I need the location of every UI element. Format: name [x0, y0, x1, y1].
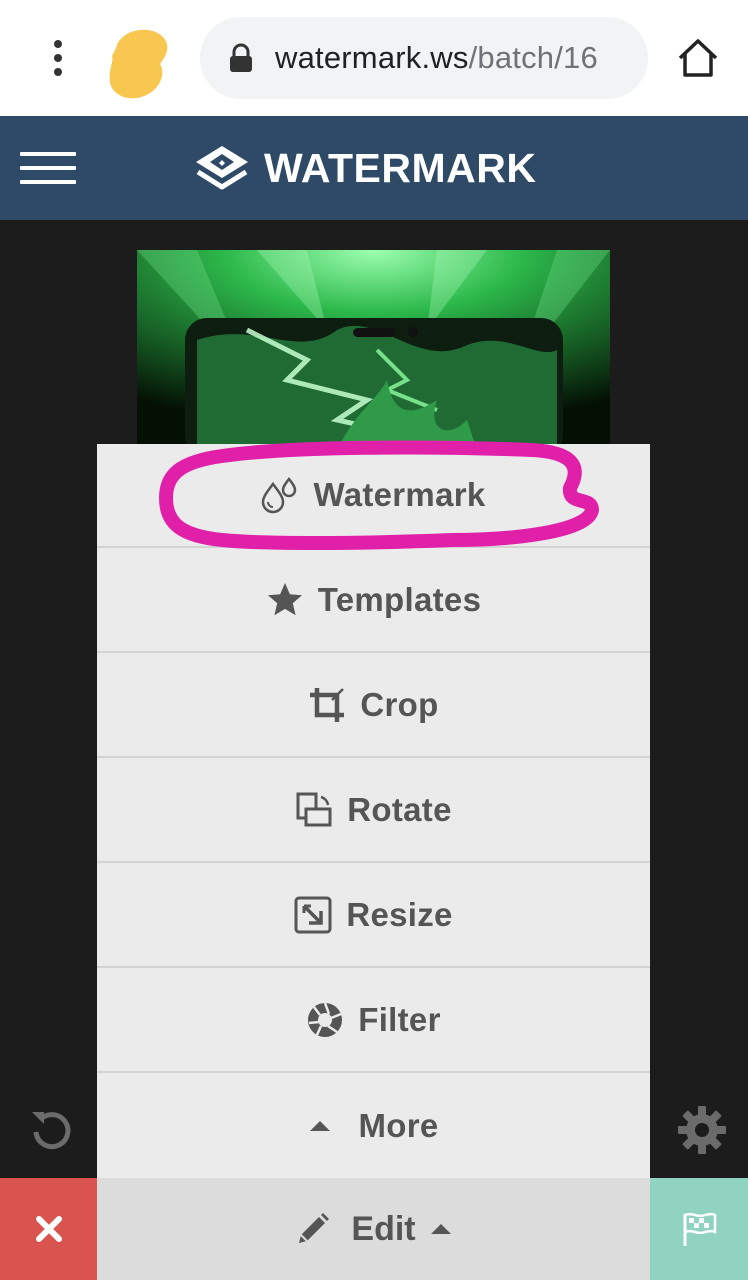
- url-path: /batch/16: [468, 40, 598, 75]
- menu-item-label: More: [358, 1107, 439, 1144]
- close-button[interactable]: [0, 1178, 97, 1280]
- menu-item-label: Templates: [317, 581, 482, 618]
- url-text: watermark.ws/batch/16: [275, 40, 598, 76]
- pencil-icon: [299, 1213, 330, 1243]
- menu-item-watermark[interactable]: Watermark: [97, 444, 650, 548]
- caret-up-icon: [430, 1224, 451, 1234]
- menu-item-label: Crop: [360, 686, 439, 723]
- droplets-icon: [262, 476, 297, 514]
- hamburger-icon[interactable]: [20, 152, 76, 184]
- edit-menu: Watermark Templates Crop Rotate Resize F…: [97, 444, 650, 1179]
- edit-label: Edit: [351, 1209, 416, 1248]
- menu-item-rotate[interactable]: Rotate: [97, 759, 650, 863]
- home-icon[interactable]: [676, 36, 720, 80]
- rotate-icon: [296, 792, 332, 827]
- image-preview[interactable]: [137, 250, 610, 450]
- menu-item-more[interactable]: More: [97, 1074, 650, 1178]
- page: watermark.ws/batch/16 WATERMARK Watermar…: [0, 0, 748, 1280]
- redacted-avatar: [109, 29, 168, 99]
- preview-image: [137, 250, 610, 450]
- menu-item-label: Filter: [358, 1001, 441, 1038]
- undo-icon[interactable]: [28, 1106, 76, 1154]
- aperture-icon: [308, 1002, 343, 1037]
- menu-item-crop[interactable]: Crop: [97, 654, 650, 758]
- menu-item-label: Rotate: [347, 791, 452, 828]
- lock-icon: [230, 43, 252, 72]
- address-bar[interactable]: watermark.ws/batch/16: [200, 17, 648, 99]
- brand[interactable]: WATERMARK: [194, 142, 536, 194]
- resize-icon: [294, 896, 332, 934]
- flag-icon: [683, 1212, 717, 1246]
- star-icon: [267, 583, 302, 616]
- finish-button[interactable]: [650, 1178, 748, 1280]
- gear-icon[interactable]: [676, 1104, 728, 1156]
- brand-name: WATERMARK: [264, 144, 537, 191]
- close-icon: [35, 1216, 62, 1242]
- menu-item-label: Resize: [346, 896, 453, 933]
- url-host: watermark.ws: [275, 40, 469, 75]
- menu-item-filter[interactable]: Filter: [97, 969, 650, 1073]
- caret-up-icon: [310, 1121, 331, 1131]
- edit-button[interactable]: Edit: [97, 1178, 650, 1280]
- crop-icon: [310, 688, 345, 722]
- watermark-logo-icon: [196, 146, 248, 190]
- menu-item-templates[interactable]: Templates: [97, 549, 650, 653]
- kebab-menu-icon[interactable]: [38, 38, 78, 78]
- bottom-toolbar: Edit: [0, 1178, 748, 1280]
- app-header: WATERMARK: [0, 116, 748, 220]
- browser-toolbar: watermark.ws/batch/16: [0, 0, 748, 116]
- menu-item-label: Watermark: [313, 476, 486, 513]
- menu-item-resize[interactable]: Resize: [97, 864, 650, 968]
